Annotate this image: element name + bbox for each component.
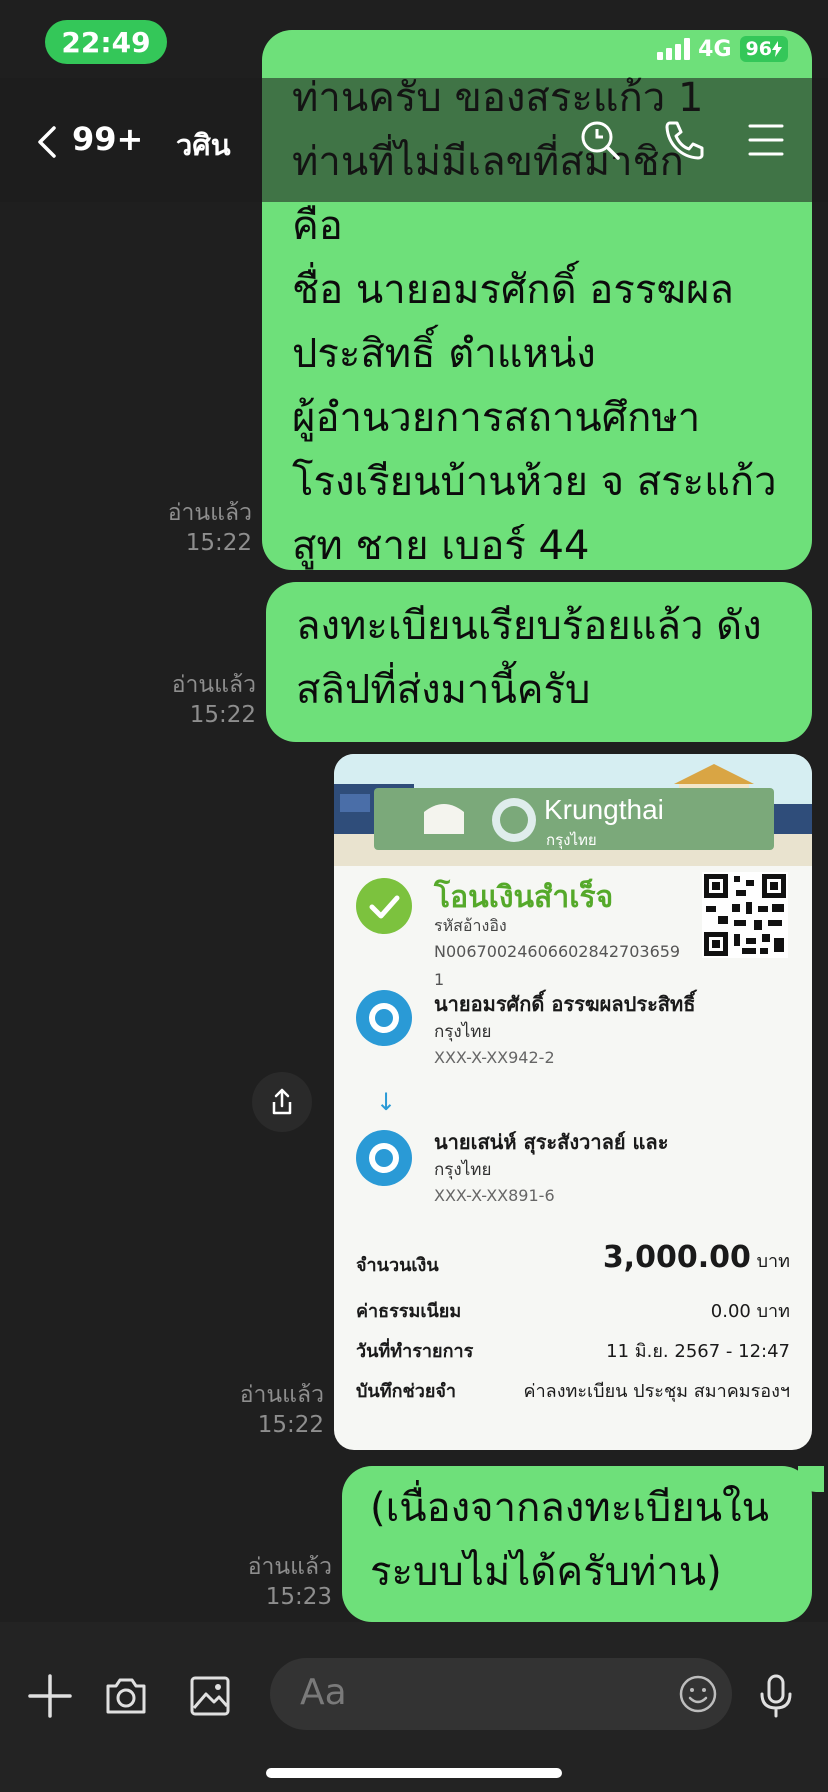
signal-icon	[657, 38, 691, 60]
memo-label: บันทึกช่วยจำ	[356, 1381, 457, 1402]
bank-name-thai: กรุงไทย	[546, 831, 597, 849]
microphone-icon[interactable]	[752, 1672, 800, 1720]
read-label: อ่านแล้ว	[247, 1554, 332, 1580]
fee-row: 0.00 บาท	[711, 1296, 790, 1325]
read-receipt: อ่านแล้ว 15:22	[200, 1380, 324, 1440]
charging-icon	[772, 41, 782, 57]
chat-header: 99+ วศิน	[0, 78, 828, 202]
receiver-account: XXX-X-XX891-6	[434, 1186, 555, 1205]
message-input[interactable]: Aa	[270, 1658, 732, 1730]
share-button[interactable]	[252, 1072, 312, 1132]
contact-name[interactable]: วศิน	[176, 122, 231, 168]
date-value: 11 มิ.ย. 2567 - 12:47	[606, 1341, 790, 1362]
read-receipt: อ่านแล้ว 15:23	[210, 1552, 332, 1612]
success-check-icon	[356, 878, 412, 934]
message-bubble[interactable]: (เนื่องจากลงทะเบียนใน ระบบไม่ได้ครับท่าน…	[342, 1466, 824, 1622]
amount-value: 3,000.00	[602, 1240, 751, 1275]
receiver-bank: กรุงไทย	[434, 1160, 492, 1180]
image-icon[interactable]	[186, 1672, 234, 1720]
network-type: 4G	[698, 36, 732, 62]
read-label: อ่านแล้ว	[167, 500, 252, 526]
input-placeholder: Aa	[300, 1672, 347, 1713]
receiver-bank-logo	[356, 1130, 412, 1186]
sender-name: นายอมรศักดิ์ อรรฆผลประสิทธิ์	[434, 992, 696, 1016]
search-icon[interactable]	[578, 118, 622, 162]
plus-icon[interactable]	[26, 1672, 74, 1720]
date-label: วันที่ทำรายการ	[356, 1341, 474, 1362]
message-time: 15:23	[265, 1584, 332, 1610]
sender-bank: กรุงไทย	[434, 1022, 492, 1042]
read-receipt: อ่านแล้ว 15:22	[140, 670, 256, 730]
message-bubble[interactable]: ลงทะเบียนเรียบร้อยแล้ว ดัง สลิปที่ส่งมาน…	[266, 582, 812, 742]
amount-row: 3,000.00 บาท	[603, 1240, 790, 1275]
sender-bank-logo	[356, 990, 412, 1046]
amount-unit: บาท	[756, 1251, 790, 1272]
receiver-name: นายเสน่ห์ สุระสังวาลย์ และ	[434, 1130, 669, 1154]
amount-label: จำนวนเงิน	[356, 1255, 439, 1276]
message-input-bar: Aa	[0, 1622, 828, 1792]
message-time: 15:22	[257, 1412, 324, 1438]
reference-label: รหัสอ้างอิง	[434, 916, 507, 935]
camera-icon[interactable]	[102, 1672, 150, 1720]
home-indicator[interactable]	[266, 1768, 562, 1778]
fee-value: 0.00	[710, 1301, 751, 1322]
phone-icon[interactable]	[662, 118, 706, 162]
transfer-slip-image[interactable]: Krungthai กรุงไทย โอนเงินสำเร็จ รหัสอ้าง…	[334, 754, 812, 1450]
battery-level: 96	[745, 38, 772, 60]
status-indicators: 4G 96	[657, 36, 788, 62]
slip-banner-background: Krungthai กรุงไทย	[334, 754, 812, 866]
read-label: อ่านแล้ว	[171, 672, 256, 698]
battery-indicator: 96	[739, 36, 788, 62]
reference-value: N006700246066028427036591	[434, 942, 681, 989]
message-text: ลงทะเบียนเรียบร้อยแล้ว ดัง สลิปที่ส่งมาน…	[296, 603, 762, 713]
read-receipt: อ่านแล้ว 15:22	[140, 498, 252, 558]
fee-label: ค่าธรรมเนียม	[356, 1301, 462, 1322]
message-time: 15:22	[189, 702, 256, 728]
share-icon	[272, 1088, 292, 1115]
emoji-icon[interactable]	[678, 1674, 718, 1714]
fee-unit: บาท	[756, 1301, 790, 1322]
menu-icon[interactable]	[744, 118, 788, 162]
qr-code-icon	[702, 872, 788, 958]
bubble-tail	[798, 1466, 824, 1492]
sender-account: XXX-X-XX942-2	[434, 1048, 555, 1067]
unread-count[interactable]: 99+	[72, 120, 143, 158]
memo-value: ค่าลงทะเบียน ประชุม สมาคมรองฯ	[523, 1381, 790, 1402]
status-time: 22:49	[45, 20, 167, 64]
message-text: (เนื่องจากลงทะเบียนใน ระบบไม่ได้ครับท่าน…	[370, 1485, 769, 1595]
arrow-down-icon: ↓	[376, 1088, 397, 1116]
read-label: อ่านแล้ว	[239, 1382, 324, 1408]
bank-name: Krungthai	[544, 794, 664, 825]
chevron-left-icon[interactable]	[30, 122, 70, 162]
message-time: 15:22	[185, 530, 252, 556]
